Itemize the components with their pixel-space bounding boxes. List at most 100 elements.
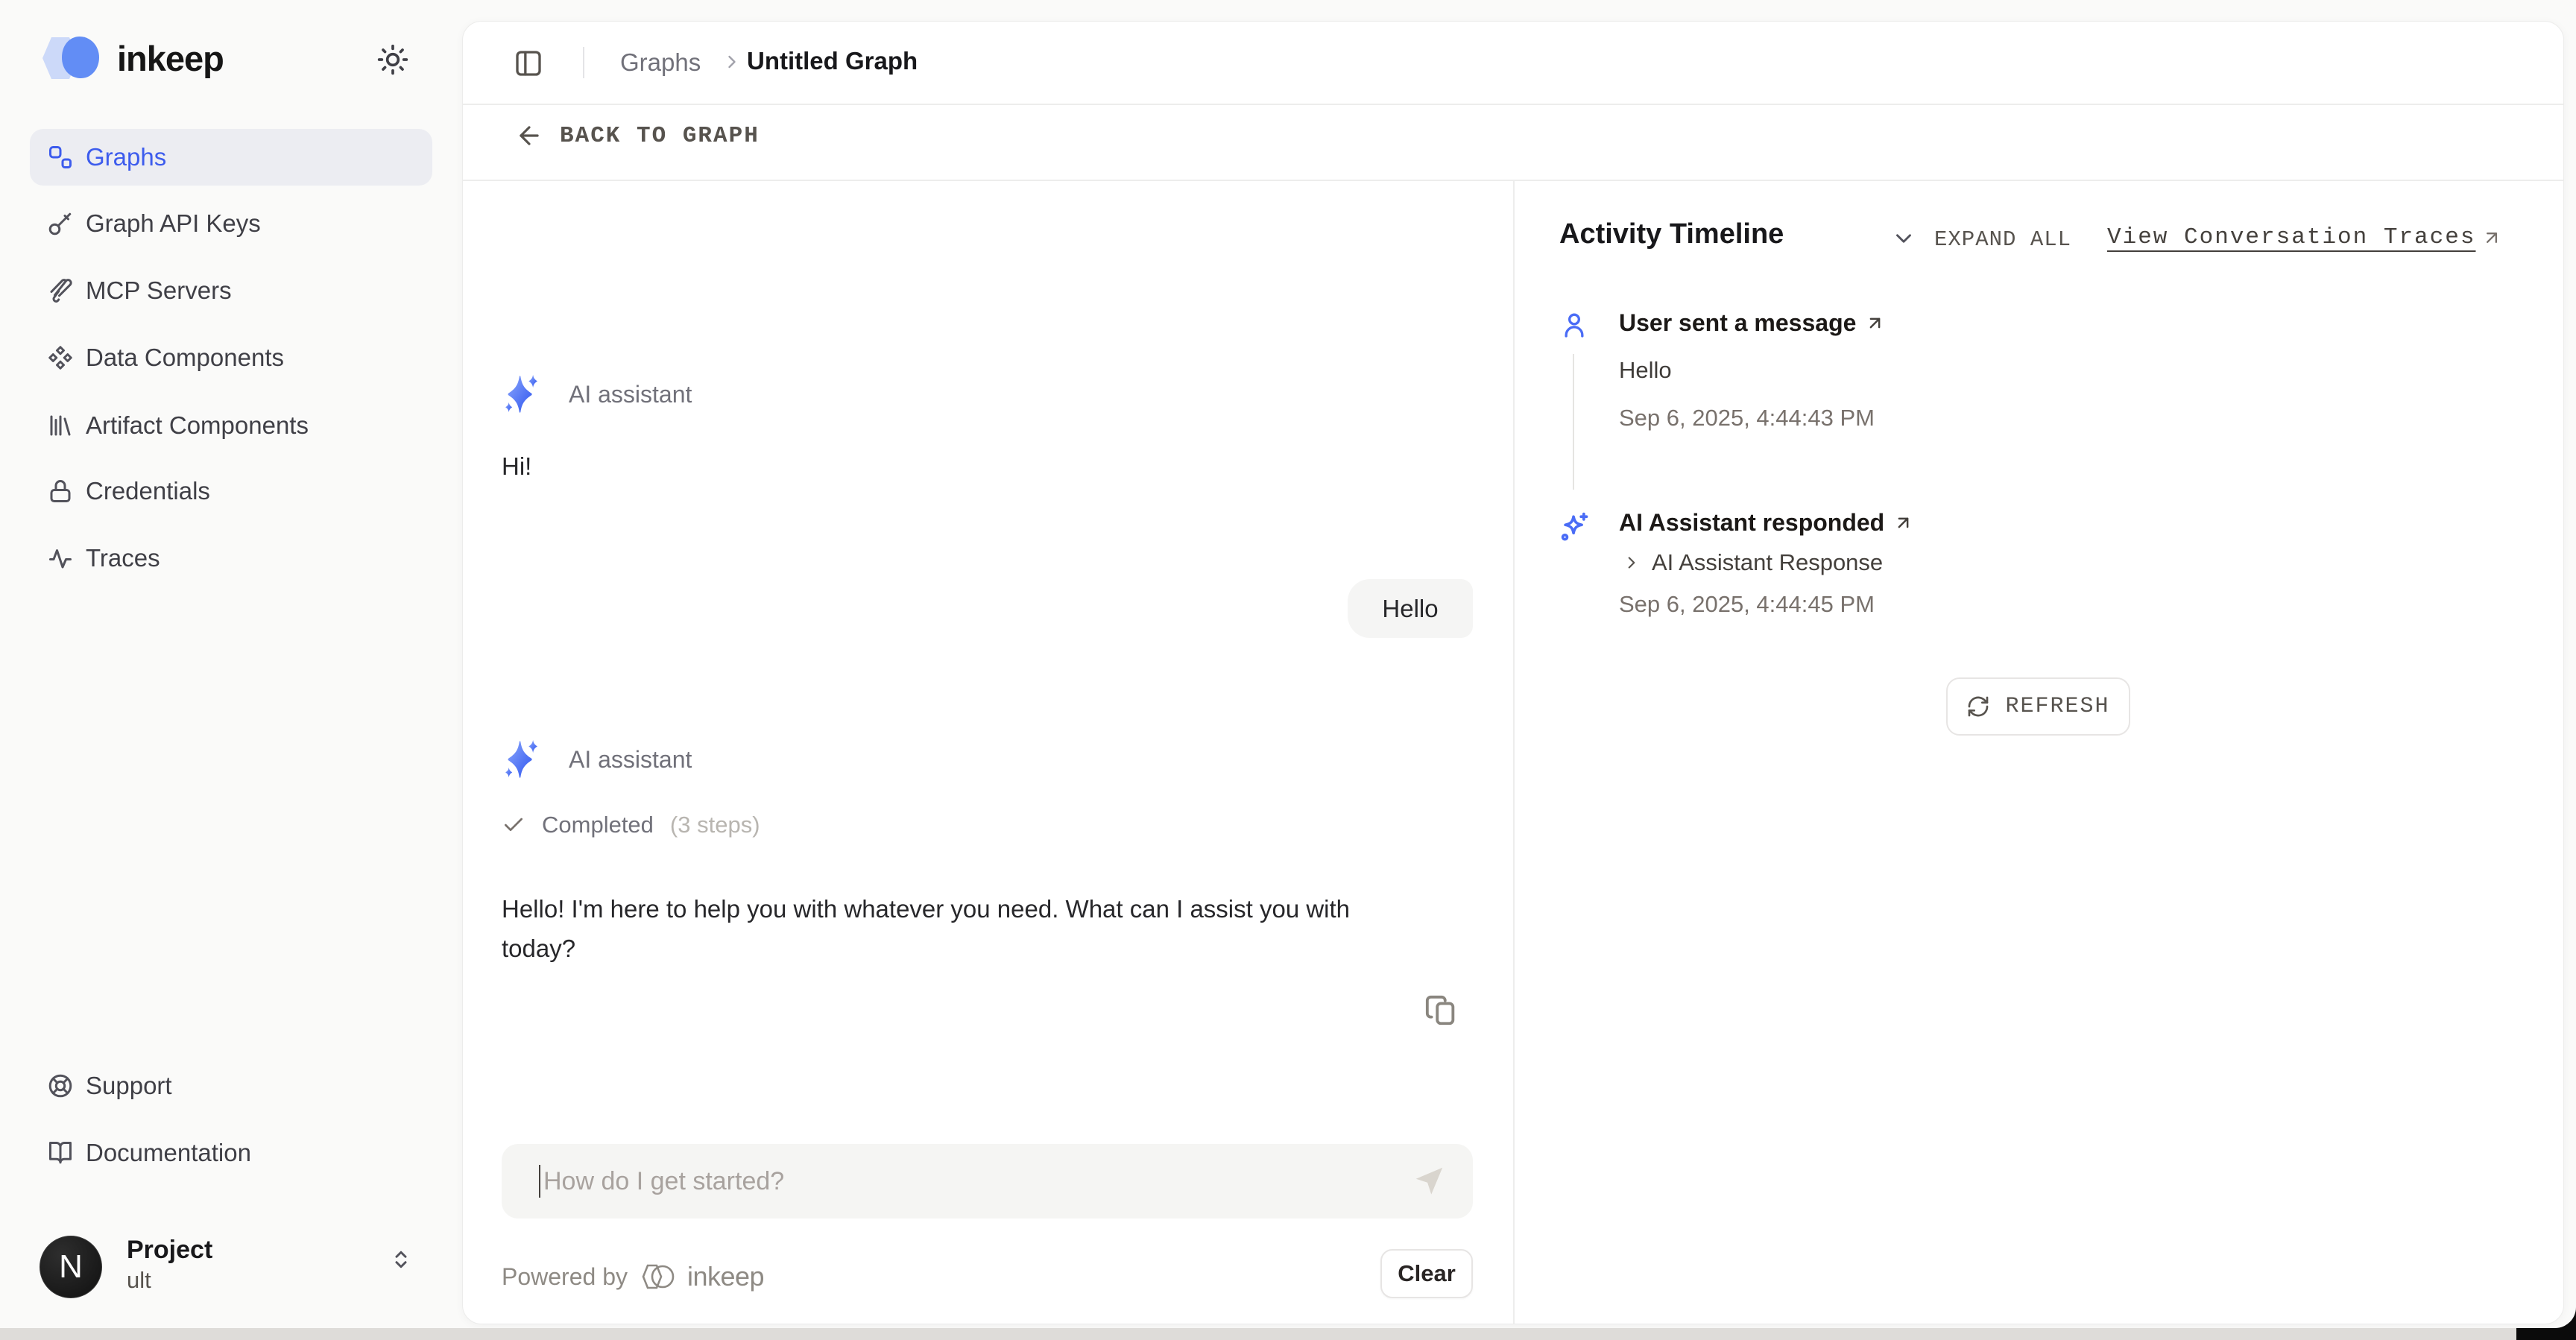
- back-to-graph-label: BACK TO GRAPH: [560, 123, 760, 149]
- project-selector[interactable]: Project ult N: [22, 1228, 440, 1306]
- key-icon: [47, 210, 74, 237]
- chevron-right-icon: [1622, 553, 1641, 572]
- sidebar-item-support[interactable]: Support: [30, 1058, 432, 1114]
- response-line: today?: [502, 929, 1350, 968]
- sidebar: inkeep Graphs Graph API Keys: [0, 0, 462, 1328]
- theme-toggle-button[interactable]: [376, 43, 409, 76]
- main-panel: Graphs Untitled Graph BACK TO GRAPH: [462, 21, 2564, 1324]
- inkeep-logo[interactable]: inkeep: [41, 33, 224, 83]
- timeline-event-title[interactable]: User sent a message: [1619, 309, 1885, 337]
- chat-preview: AI assistant Hi! Hello AI assistant: [463, 180, 1513, 1324]
- sidebar-item-graph-api-keys[interactable]: Graph API Keys: [30, 195, 432, 252]
- sidebar-item-label: Documentation: [86, 1139, 251, 1167]
- view-conversation-traces-link[interactable]: View Conversation Traces: [2107, 224, 2502, 250]
- lock-icon: [47, 478, 74, 505]
- sidebar-item-mcp-servers[interactable]: MCP Servers: [30, 262, 432, 319]
- assistant-message-header: AI assistant: [500, 373, 692, 415]
- check-icon: [502, 813, 525, 837]
- sparkles-icon: [500, 739, 542, 780]
- send-button[interactable]: [1412, 1164, 1446, 1198]
- panel-left-icon: [514, 48, 543, 78]
- timeline-connector: [1573, 354, 1574, 490]
- activity-timeline: Activity Timeline EXPAND ALL View Conver…: [1515, 180, 2563, 1324]
- assistant-response: Hello! I'm here to help you with whateve…: [502, 889, 1350, 968]
- copy-icon: [1424, 993, 1459, 1028]
- app-window: inkeep Graphs Graph API Keys: [0, 0, 2576, 1328]
- chat-input[interactable]: [543, 1144, 1393, 1219]
- breadcrumb-bar: Graphs Untitled Graph: [463, 22, 2563, 104]
- sidebar-item-graphs[interactable]: Graphs: [30, 129, 432, 186]
- sidebar-item-label: Support: [86, 1072, 172, 1100]
- status-label: Completed: [542, 812, 654, 838]
- event-title-label: User sent a message: [1619, 309, 1856, 337]
- chevron-right-icon: [722, 51, 742, 72]
- status-steps: (3 steps): [670, 812, 760, 838]
- project-name: Project: [127, 1236, 212, 1265]
- assistant-message: Hi!: [502, 452, 531, 481]
- response-line: Hello! I'm here to help you with whateve…: [502, 889, 1350, 929]
- back-to-graph-button[interactable]: BACK TO GRAPH: [515, 121, 760, 150]
- chevron-down-icon: [1891, 226, 1916, 251]
- refresh-label: REFRESH: [2005, 694, 2109, 719]
- text-caret: [539, 1165, 540, 1198]
- view-traces-label: View Conversation Traces: [2107, 224, 2475, 250]
- life-buoy-icon: [47, 1072, 74, 1099]
- breadcrumb-current: Untitled Graph: [747, 47, 918, 75]
- sidebar-item-label: MCP Servers: [86, 276, 232, 305]
- expand-all-button[interactable]: EXPAND ALL: [1934, 227, 2071, 252]
- arrow-up-right-icon: [1893, 513, 1913, 533]
- event-timestamp: Sep 6, 2025, 4:44:45 PM: [1619, 591, 1875, 618]
- user-message-bubble: Hello: [1348, 579, 1473, 638]
- user-icon: [1559, 310, 1589, 340]
- sidebar-toggle-button[interactable]: [514, 48, 543, 78]
- project-subtitle: ult: [127, 1267, 151, 1294]
- sidebar-item-label: Traces: [86, 544, 160, 572]
- timeline-event-title[interactable]: AI Assistant responded: [1619, 509, 1913, 537]
- powered-brand: inkeep: [687, 1261, 764, 1292]
- activity-icon: [47, 545, 74, 572]
- refresh-button[interactable]: REFRESH: [1946, 677, 2130, 736]
- event-body: Hello: [1619, 357, 1672, 384]
- sidebar-item-label: Graph API Keys: [86, 209, 261, 238]
- arrow-up-right-icon: [1865, 313, 1885, 333]
- refresh-icon: [1966, 695, 1990, 718]
- workflow-icon: [47, 144, 74, 171]
- header-divider: [583, 47, 584, 78]
- component-icon: [47, 344, 74, 371]
- sidebar-item-documentation[interactable]: Documentation: [30, 1125, 432, 1181]
- chevrons-up-down-icon: [388, 1246, 414, 1273]
- clear-button[interactable]: Clear: [1380, 1249, 1473, 1298]
- sidebar-item-label: Credentials: [86, 477, 210, 505]
- event-expand-label: AI Assistant Response: [1652, 549, 1883, 576]
- arrow-up-right-icon: [2481, 227, 2502, 248]
- sidebar-item-credentials[interactable]: Credentials: [30, 463, 432, 519]
- sidebar-item-artifact-components[interactable]: Artifact Components: [30, 397, 432, 454]
- assistant-label: AI assistant: [569, 746, 692, 774]
- sparkles-icon: [500, 373, 542, 415]
- timeline-title: Activity Timeline: [1559, 218, 1784, 250]
- powered-by[interactable]: Powered by inkeep: [502, 1257, 764, 1296]
- collapse-timeline-button[interactable]: [1891, 226, 1916, 251]
- sun-icon: [376, 43, 409, 76]
- mcp-icon: [47, 277, 74, 304]
- breadcrumb-parent-link[interactable]: Graphs: [620, 48, 701, 77]
- event-title-label: AI Assistant responded: [1619, 509, 1884, 537]
- avatar[interactable]: N: [40, 1236, 102, 1298]
- powered-by-label: Powered by: [502, 1263, 628, 1291]
- logo-wordmark: inkeep: [117, 38, 224, 79]
- inkeep-mark-icon: [638, 1260, 677, 1293]
- completion-status[interactable]: Completed (3 steps): [502, 812, 760, 838]
- assistant-label: AI assistant: [569, 381, 692, 408]
- back-bar: BACK TO GRAPH: [463, 104, 2563, 180]
- event-timestamp: Sep 6, 2025, 4:44:43 PM: [1619, 405, 1875, 432]
- inkeep-logo-icon: [41, 33, 102, 83]
- sidebar-item-data-components[interactable]: Data Components: [30, 329, 432, 386]
- book-open-icon: [47, 1140, 74, 1166]
- event-expand-row[interactable]: AI Assistant Response: [1622, 549, 1883, 576]
- sidebar-item-traces[interactable]: Traces: [30, 530, 432, 587]
- sparkle-icon: [1558, 511, 1591, 543]
- chat-input-container: [502, 1144, 1473, 1219]
- arrow-left-icon: [515, 121, 543, 150]
- copy-button[interactable]: [1424, 993, 1459, 1028]
- send-icon: [1412, 1164, 1446, 1198]
